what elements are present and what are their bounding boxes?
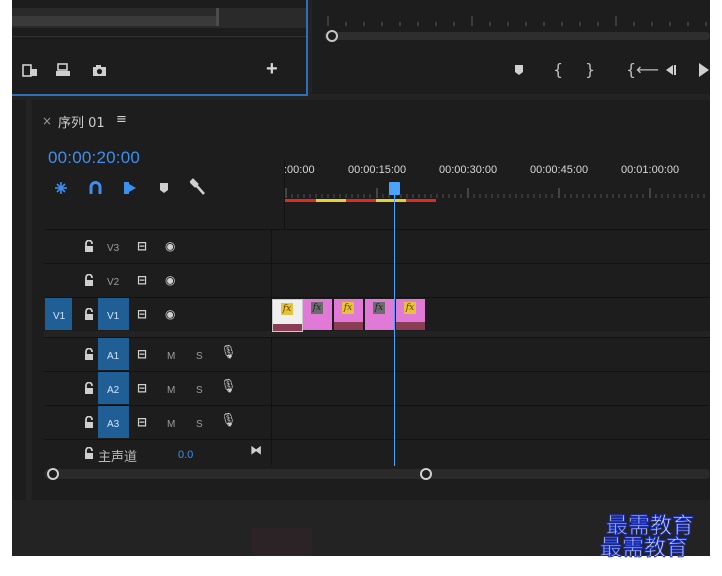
master-track-label: 主声道: [98, 450, 138, 465]
mic-icon[interactable]: 🎙: [220, 413, 237, 428]
track-name-a3: A3: [107, 419, 120, 430]
track-name-a1: A1: [107, 351, 120, 362]
mute-button[interactable]: M: [167, 419, 175, 430]
video-clip[interactable]: fx: [396, 299, 425, 330]
playhead-handle[interactable]: [389, 182, 400, 195]
out-point-icon[interactable]: }: [585, 60, 595, 79]
video-clip[interactable]: fx: [303, 299, 332, 330]
mute-button[interactable]: M: [167, 385, 175, 396]
ruler-tick-label: 00:00:30:00: [439, 164, 498, 176]
timeline-scroll-handle-right[interactable]: [420, 468, 432, 480]
timeline-scroll-handle-left[interactable]: [47, 468, 59, 480]
playhead-timecode[interactable]: 00:00:20:00: [48, 148, 140, 168]
watermark: 最需教育 最需教育: [599, 514, 695, 562]
track-name-v3[interactable]: V3: [107, 243, 119, 254]
overwrite-icon[interactable]: [55, 63, 71, 77]
fx-badge[interactable]: fx: [404, 302, 416, 314]
marker-icon[interactable]: [159, 182, 169, 194]
sync-lock-icon[interactable]: ⊟: [137, 307, 147, 321]
sequence-tab-title[interactable]: 序列 01: [58, 112, 105, 131]
video-clip[interactable]: fx: [365, 299, 394, 330]
export-frame-icon[interactable]: [92, 64, 107, 77]
mic-icon[interactable]: 🎙: [220, 345, 237, 360]
mute-button[interactable]: M: [167, 351, 175, 362]
work-area-bar[interactable]: [284, 199, 436, 202]
video-clip[interactable]: fx: [334, 299, 363, 330]
marker-icon[interactable]: [514, 64, 524, 76]
lock-icon[interactable]: [84, 274, 94, 287]
eye-icon[interactable]: ◉: [165, 273, 175, 287]
insert-icon[interactable]: [22, 64, 38, 78]
program-ruler-ticks: [327, 16, 707, 26]
linked-selection-icon[interactable]: [89, 181, 102, 195]
expand-master-icon[interactable]: ⧓: [250, 443, 262, 457]
eye-icon[interactable]: ◉: [165, 239, 175, 253]
ruler-tick-label: 00:01:00:00: [621, 164, 680, 176]
wrench-icon[interactable]: [190, 178, 206, 196]
program-scroll-handle[interactable]: [326, 30, 338, 42]
ruler-tick-label: 00:00:45:00: [530, 164, 589, 176]
ruler-tick-label: 00:00:15:00: [348, 164, 407, 176]
program-scrollbar[interactable]: [324, 32, 710, 40]
sync-lock-icon[interactable]: ⊟: [137, 381, 147, 395]
close-sequence-button[interactable]: ×: [42, 114, 52, 128]
lock-icon[interactable]: [84, 240, 94, 253]
fx-badge[interactable]: fx: [373, 302, 385, 314]
track-name-a2: A2: [107, 385, 120, 396]
lock-icon[interactable]: [84, 348, 94, 361]
sync-lock-icon[interactable]: ⊟: [137, 415, 147, 429]
tools-column: [12, 100, 26, 500]
fx-badge[interactable]: fx: [311, 302, 323, 314]
snap-icon[interactable]: [54, 181, 68, 195]
ruler-tick-label: :00:00: [284, 164, 315, 176]
premiere-window: + { } {⟵ × 序列 01 ≡ 00:00:20:00:00:00 00…: [12, 0, 710, 556]
eye-icon[interactable]: ◉: [165, 307, 175, 321]
play-icon[interactable]: [698, 62, 710, 78]
sync-lock-icon[interactable]: ⊟: [137, 347, 147, 361]
fx-badge[interactable]: fx: [342, 302, 354, 314]
track-name-v2[interactable]: V2: [107, 277, 119, 288]
lock-icon[interactable]: [84, 308, 94, 321]
source-patch-label: V1: [53, 311, 66, 322]
track-name-v1: V1: [107, 311, 120, 322]
go-to-in-icon[interactable]: {⟵: [626, 60, 659, 79]
solo-button[interactable]: S: [196, 385, 203, 396]
add-marker-icon[interactable]: [122, 180, 138, 196]
add-button[interactable]: +: [266, 58, 278, 81]
in-point-icon[interactable]: {: [553, 60, 563, 79]
lock-icon[interactable]: [84, 416, 94, 429]
sync-lock-icon[interactable]: ⊟: [137, 239, 147, 253]
solo-button[interactable]: S: [196, 351, 203, 362]
lock-icon[interactable]: [84, 447, 94, 460]
timeline-scrollbar[interactable]: [44, 469, 710, 479]
source-monitor-panel: +: [12, 0, 308, 96]
program-monitor-panel: { } {⟵: [312, 0, 710, 94]
master-volume-value[interactable]: 0.0: [178, 449, 193, 461]
fx-badge[interactable]: fx: [281, 303, 293, 315]
video-clip[interactable]: fx: [272, 299, 303, 332]
solo-button[interactable]: S: [196, 419, 203, 430]
track-row-master: [44, 439, 710, 466]
step-back-icon[interactable]: [664, 64, 678, 76]
sync-lock-icon[interactable]: ⊟: [137, 273, 147, 287]
playhead-line[interactable]: [394, 186, 395, 466]
panel-menu-icon[interactable]: ≡: [116, 112, 127, 127]
lock-icon[interactable]: [84, 382, 94, 395]
source-mini-ruler[interactable]: [12, 8, 306, 28]
mic-icon[interactable]: 🎙: [220, 379, 237, 394]
